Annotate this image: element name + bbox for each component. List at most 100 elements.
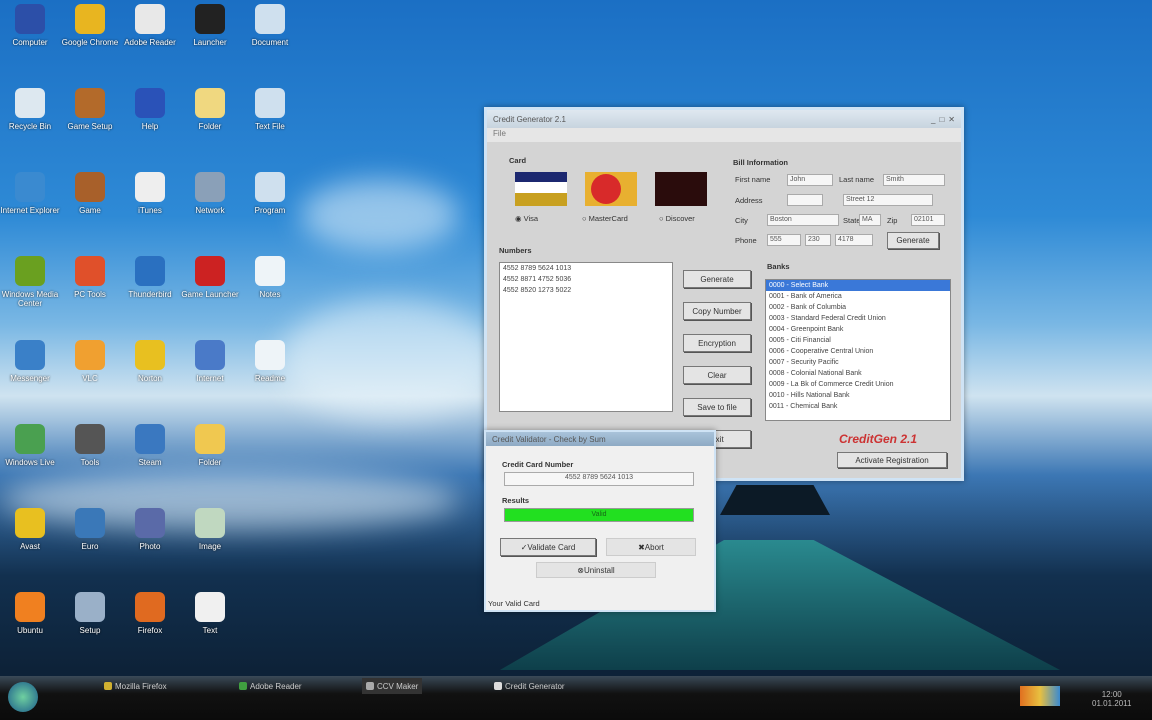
action-button[interactable]: Copy Number — [683, 302, 751, 320]
dialog-title-bar[interactable]: Credit Validator - Check by Sum — [486, 432, 714, 446]
bank-item[interactable]: 0009 - La Bk of Commerce Credit Union — [766, 379, 950, 390]
radio-mastercard[interactable]: ○ MasterCard — [582, 214, 628, 223]
desktop-icon[interactable]: Euro — [60, 508, 120, 551]
app-icon — [195, 340, 225, 370]
clock[interactable]: 12:00 01.01.2011 — [1092, 690, 1131, 708]
desktop-icon[interactable]: Windows Media Center — [0, 256, 60, 308]
desktop-icon-label: Internet Explorer — [0, 206, 60, 215]
desktop-icon[interactable]: Photo — [120, 508, 180, 551]
menu-file[interactable]: File — [487, 128, 961, 142]
desktop-icon[interactable]: Network — [180, 172, 240, 215]
number-item[interactable]: 4552 8520 1273 5022 — [500, 285, 672, 296]
bank-item[interactable]: 0002 - Bank of Columbia — [766, 302, 950, 313]
address-field[interactable]: Street 12 — [843, 194, 933, 206]
taskbar-label: Adobe Reader — [250, 681, 302, 691]
bank-item[interactable]: 0001 - Bank of America — [766, 291, 950, 302]
action-button[interactable]: Encryption — [683, 334, 751, 352]
desktop-icon[interactable]: Setup — [60, 592, 120, 635]
house-field[interactable] — [787, 194, 823, 206]
bank-item[interactable]: 0000 - Select Bank — [766, 280, 950, 291]
action-button[interactable]: Clear — [683, 366, 751, 384]
app-icon — [135, 88, 165, 118]
desktop-icon[interactable]: Windows Live — [0, 424, 60, 467]
title-bar[interactable]: Credit Generator 2.1 _ □ ✕ — [487, 110, 961, 128]
desktop-icon[interactable]: Recycle Bin — [0, 88, 60, 131]
minimize-icon[interactable]: _ — [931, 115, 935, 124]
activate-registration-button[interactable]: Activate Registration — [837, 452, 947, 468]
desktop-icon[interactable]: Help — [120, 88, 180, 131]
generate-info-button[interactable]: Generate — [887, 232, 939, 249]
last-name-field[interactable]: Smith — [883, 174, 945, 186]
desktop-icon[interactable]: Tools — [60, 424, 120, 467]
desktop-icon[interactable]: Image — [180, 508, 240, 551]
start-button[interactable] — [8, 682, 38, 712]
number-item[interactable]: 4552 8789 5624 1013 — [500, 263, 672, 274]
desktop-icon[interactable]: Document — [240, 4, 300, 47]
maximize-icon[interactable]: □ — [939, 115, 944, 124]
banks-list[interactable]: 0000 - Select Bank 0001 - Bank of America… — [765, 279, 951, 421]
desktop-icon[interactable]: Steam — [120, 424, 180, 467]
desktop-icon[interactable]: Google Chrome — [60, 4, 120, 47]
desktop-icon[interactable]: Avast — [0, 508, 60, 551]
desktop-icon[interactable]: Text — [180, 592, 240, 635]
bank-item[interactable]: 0006 - Cooperative Central Union — [766, 346, 950, 357]
discover-card-image — [655, 172, 707, 206]
radio-discover[interactable]: ○ Discover — [659, 214, 695, 223]
phone-line-field[interactable]: 4178 — [835, 234, 873, 246]
desktop-icon[interactable]: Folder — [180, 88, 240, 131]
desktop-icon[interactable]: PC Tools — [60, 256, 120, 299]
desktop-icon[interactable]: Messenger — [0, 340, 60, 383]
desktop-icon[interactable]: Internet Explorer — [0, 172, 60, 215]
desktop-icon[interactable]: Firefox — [120, 592, 180, 635]
desktop-icon[interactable]: Notes — [240, 256, 300, 299]
address-label: Address — [735, 196, 763, 205]
numbers-list[interactable]: 4552 8789 5624 1013 4552 8871 4752 5036 45… — [499, 262, 673, 412]
city-field[interactable]: Boston — [767, 214, 839, 226]
desktop-icon[interactable]: Folder — [180, 424, 240, 467]
bank-item[interactable]: 0003 - Standard Federal Credit Union — [766, 313, 950, 324]
desktop-icon[interactable]: Internet — [180, 340, 240, 383]
zip-label: Zip — [887, 216, 898, 225]
desktop-icon[interactable]: Readme — [240, 340, 300, 383]
tray-icons[interactable] — [1020, 686, 1060, 706]
phone-prefix-field[interactable]: 230 — [805, 234, 831, 246]
desktop-icon[interactable]: Adobe Reader — [120, 4, 180, 47]
app-icon — [135, 508, 165, 538]
action-button[interactable]: Generate — [683, 270, 751, 288]
desktop-icon[interactable]: Thunderbird — [120, 256, 180, 299]
taskbar-label: Credit Generator — [505, 681, 565, 691]
bank-item[interactable]: 0008 - Colonial National Bank — [766, 368, 950, 379]
taskbar-item[interactable]: CCV Maker — [362, 678, 423, 694]
number-item[interactable]: 4552 8871 4752 5036 — [500, 274, 672, 285]
bank-item[interactable]: 0004 - Greenpoint Bank — [766, 324, 950, 335]
desktop-icon[interactable]: Program — [240, 172, 300, 215]
close-icon[interactable]: ✕ — [948, 115, 955, 124]
desktop-icon[interactable]: Norton — [120, 340, 180, 383]
desktop-icon[interactable]: iTunes — [120, 172, 180, 215]
desktop-icon[interactable]: Game Setup — [60, 88, 120, 131]
first-name-field[interactable]: John — [787, 174, 833, 186]
zip-field[interactable]: 02101 — [911, 214, 945, 226]
radio-visa[interactable]: ◉ Visa — [515, 214, 538, 223]
taskbar-item[interactable]: Mozilla Firefox — [100, 678, 171, 694]
uninstall-button[interactable]: ⊗ Uninstall — [536, 562, 656, 578]
abort-button[interactable]: ✖ Abort — [606, 538, 696, 556]
taskbar-item[interactable]: Credit Generator — [490, 678, 569, 694]
validate-card-button[interactable]: ✓ Validate Card — [500, 538, 596, 556]
desktop-icon[interactable]: Game Launcher — [180, 256, 240, 299]
bank-item[interactable]: 0011 - Chemical Bank — [766, 401, 950, 412]
card-number-field[interactable]: 4552 8789 5624 1013 — [504, 472, 694, 486]
state-field[interactable]: MA — [859, 214, 881, 226]
bank-item[interactable]: 0005 - Citi Financial — [766, 335, 950, 346]
desktop-icon[interactable]: Ubuntu — [0, 592, 60, 635]
desktop-icon[interactable]: Game — [60, 172, 120, 215]
desktop-icon[interactable]: Launcher — [180, 4, 240, 47]
phone-area-field[interactable]: 555 — [767, 234, 801, 246]
action-button[interactable]: Save to file — [683, 398, 751, 416]
desktop-icon[interactable]: Computer — [0, 4, 60, 47]
taskbar-item[interactable]: Adobe Reader — [235, 678, 306, 694]
desktop-icon[interactable]: VLC — [60, 340, 120, 383]
bank-item[interactable]: 0010 - Hills National Bank — [766, 390, 950, 401]
bank-item[interactable]: 0007 - Security Pacific — [766, 357, 950, 368]
desktop-icon[interactable]: Text File — [240, 88, 300, 131]
